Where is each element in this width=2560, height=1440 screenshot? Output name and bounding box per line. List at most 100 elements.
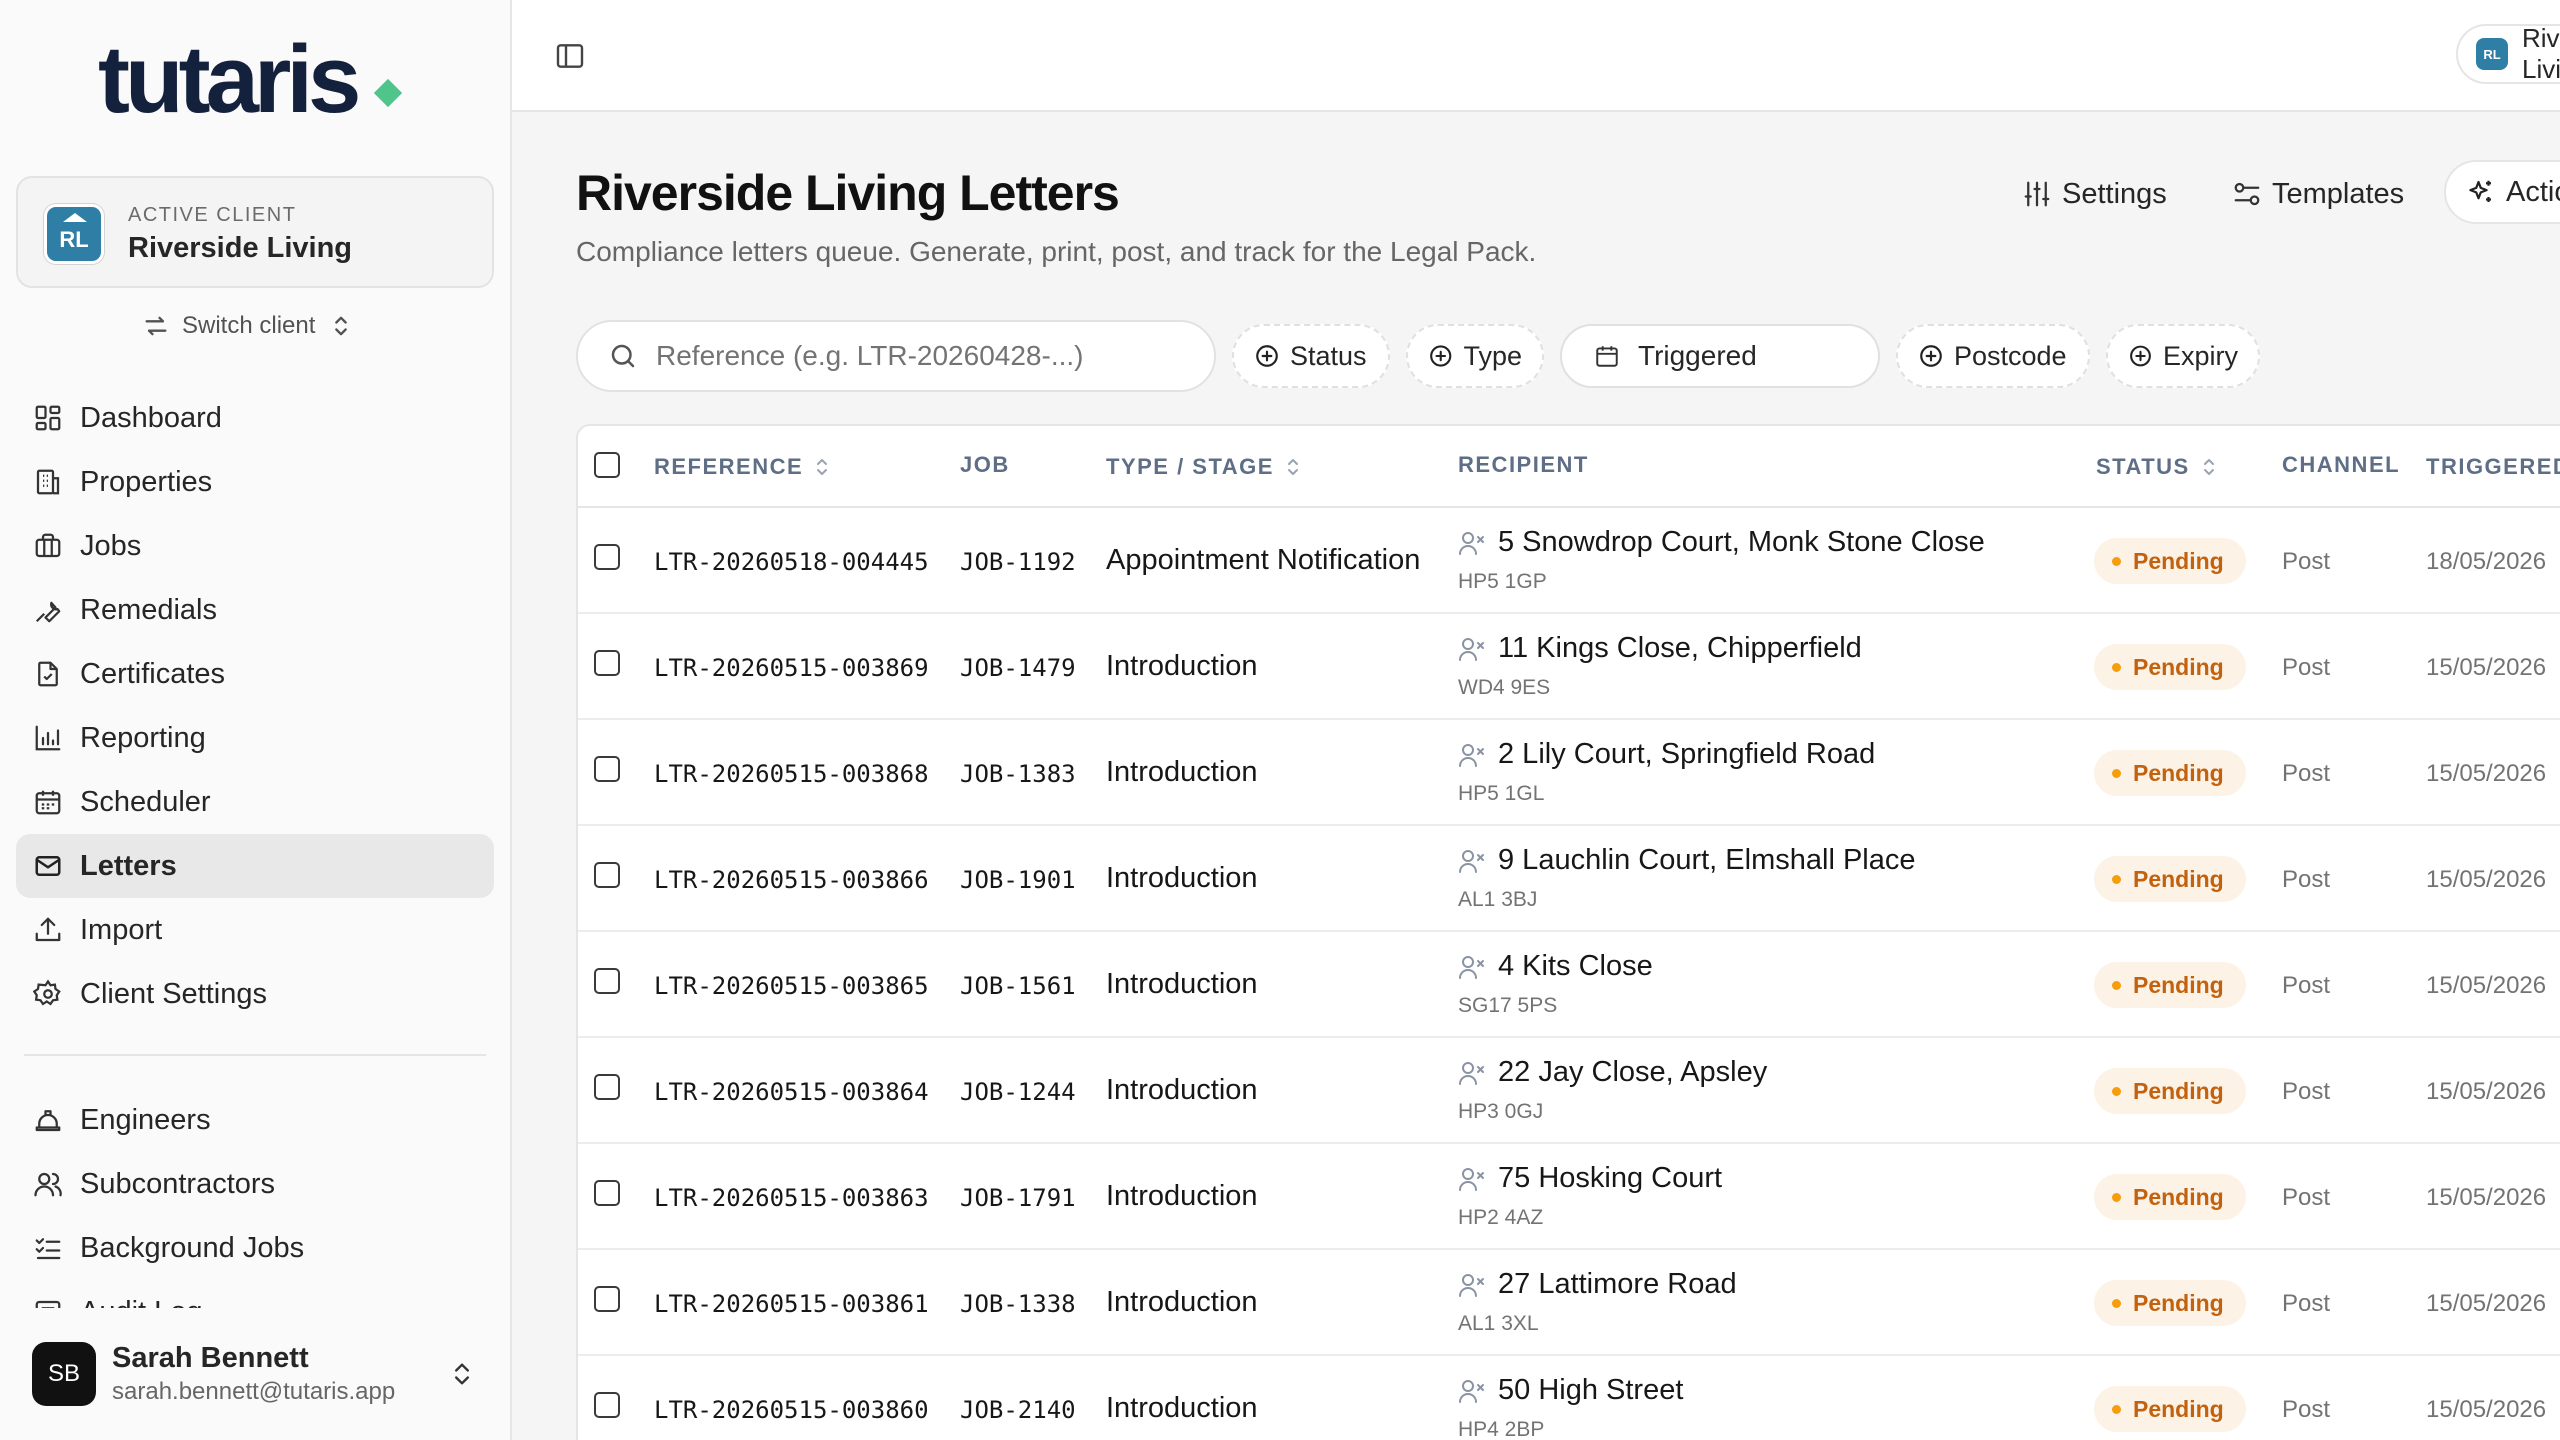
actions-button[interactable]: Actions [2444,160,2560,224]
letter-reference[interactable]: LTR-20260515-003868 [654,760,929,788]
sidebar-item-engineers[interactable]: Engineers [16,1088,494,1152]
table-row[interactable]: LTR-20260515-003865 JOB-1561 Introduction 4… [578,932,2560,1038]
sidebar-item-remedials[interactable]: Remedials [16,578,494,642]
sidebar-item-audit-log[interactable]: Audit Log [16,1280,494,1308]
plus-circle-icon [1920,345,1942,367]
letter-reference[interactable]: LTR-20260515-003863 [654,1184,929,1212]
select-all-checkbox[interactable] [594,452,620,478]
column-triggered[interactable]: TRIGGERED [2426,454,2560,480]
sidebar-item-properties[interactable]: Properties [16,450,494,514]
column-reference[interactable]: REFERENCE [654,454,829,480]
recipient-postcode: HP5 1GL [1458,782,1545,805]
table-row[interactable]: LTR-20260515-003861 JOB-1338 Introduction 2… [578,1250,2560,1356]
expiry-filter-label: Expiry [2162,340,2238,371]
table-row[interactable]: LTR-20260515-003869 JOB-1479 Introduction 1… [578,614,2560,720]
table-row[interactable]: LTR-20260515-003866 JOB-1901 Introduction 9… [578,826,2560,932]
letter-reference[interactable]: LTR-20260515-003860 [654,1396,929,1424]
sidebar-item-background-jobs[interactable]: Background Jobs [16,1216,494,1280]
chevron-up-down-icon [335,316,348,336]
column-status[interactable]: STATUS [2096,454,2216,480]
row-checkbox[interactable] [594,650,620,676]
job-reference[interactable]: JOB-1383 [960,760,1076,788]
recipient-address-text: 2 Lily Court, Springfield Road [1498,738,1876,770]
row-checkbox[interactable] [594,544,620,570]
user-menu[interactable]: SB Sarah Bennett sarah.bennett@tutaris.a… [0,1316,510,1440]
top-bar: RL Riverside Living [512,0,2560,112]
templates-label: Templates [2272,177,2405,210]
table-row[interactable]: LTR-20260515-003868 JOB-1383 Introduction 2… [578,720,2560,826]
column-label: RECIPIENT [1458,452,1589,477]
recipient-address-text: 11 Kings Close, Chipperfield [1498,632,1862,664]
letter-reference[interactable]: LTR-20260515-003864 [654,1078,929,1106]
sliders-icon [2024,181,2050,207]
table-row[interactable]: LTR-20260515-003863 JOB-1791 Introduction 7… [578,1144,2560,1250]
sidebar-item-reporting[interactable]: Reporting [16,706,494,770]
recipient-address: 75 Hosking Court [1458,1162,1722,1195]
sidebar-item-certificates[interactable]: Certificates [16,642,494,706]
triggered-date-filter[interactable]: Triggered [1560,324,1880,388]
expiry-filter-button[interactable]: Expiry [2106,324,2260,388]
status-dot-icon [2112,1298,2121,1308]
sidebar-item-scheduler[interactable]: Scheduler [16,770,494,834]
letter-type: Introduction [1106,862,1258,894]
row-checkbox[interactable] [594,862,620,888]
plus-circle-icon [1430,345,1452,367]
row-checkbox[interactable] [594,756,620,782]
row-checkbox[interactable] [594,1392,620,1418]
column-type-stage[interactable]: TYPE / STAGE [1106,454,1300,480]
type-filter-label: Type [1463,340,1522,371]
job-reference[interactable]: JOB-1479 [960,654,1076,682]
letter-reference[interactable]: LTR-20260515-003869 [654,654,929,682]
sidebar-item-subcontractors[interactable]: Subcontractors [16,1152,494,1216]
job-reference[interactable]: JOB-1901 [960,866,1076,894]
recipient-address-text: 9 Lauchlin Court, Elmshall Place [1498,844,1916,876]
search-input[interactable] [656,340,1196,372]
sidebar-item-import[interactable]: Import [16,898,494,962]
sidebar-item-letters[interactable]: Letters [16,834,494,898]
job-reference[interactable]: JOB-1338 [960,1290,1076,1318]
sidebar-toggle-icon[interactable] [554,40,586,72]
job-reference[interactable]: JOB-1561 [960,972,1076,1000]
row-checkbox[interactable] [594,1074,620,1100]
settings-button[interactable]: Settings [2022,168,2167,220]
column-label: REFERENCE [654,454,804,479]
job-reference[interactable]: JOB-1244 [960,1078,1076,1106]
row-checkbox[interactable] [594,1180,620,1206]
user-x-icon [1459,955,1484,979]
sidebar-item-client-settings[interactable]: Client Settings [16,962,494,1026]
active-client-card[interactable]: RL ACTIVE CLIENT Riverside Living [16,176,494,288]
status-text: Pending [2133,971,2224,998]
table-row[interactable]: LTR-20260515-003860 JOB-2140 Introduction 5… [578,1356,2560,1440]
status-text: Pending [2133,1395,2224,1422]
column-label: TYPE / STAGE [1106,454,1274,479]
row-checkbox[interactable] [594,968,620,994]
letter-reference[interactable]: LTR-20260515-003861 [654,1290,929,1318]
app-logo[interactable]: tutaris [98,26,403,133]
switch-client-button[interactable]: Switch client [142,312,355,340]
postcode-filter-button[interactable]: Postcode [1896,324,2090,388]
sidebar-item-dashboard[interactable]: Dashboard [16,386,494,450]
logo-text: tutaris [98,26,361,133]
type-filter-button[interactable]: Type [1406,324,1544,388]
templates-button[interactable]: Templates [2232,168,2404,220]
sidebar: tutaris RL ACTIVE CLIENT Riverside Livin… [0,0,512,1440]
sidebar-item-jobs[interactable]: Jobs [16,514,494,578]
job-reference[interactable]: JOB-1192 [960,548,1076,576]
reference-search[interactable] [576,320,1216,392]
letter-reference[interactable]: LTR-20260515-003866 [654,866,929,894]
job-reference[interactable]: JOB-1791 [960,1184,1076,1212]
status-dot-icon [2112,980,2121,990]
row-checkbox[interactable] [594,1286,620,1312]
table-row[interactable]: LTR-20260515-003864 JOB-1244 Introduction 2… [578,1038,2560,1144]
job-reference[interactable]: JOB-2140 [960,1396,1076,1424]
letter-reference[interactable]: LTR-20260515-003865 [654,972,929,1000]
user-x-icon [1459,1061,1484,1085]
table-row[interactable]: LTR-20260518-004445 JOB-1192 Appointment N… [578,508,2560,614]
templates-icon [2234,182,2260,206]
client-switcher-pill[interactable]: RL Riverside Living [2456,24,2560,84]
channel: Post [2282,1396,2331,1423]
actions-label: Actions [2506,175,2560,208]
letter-reference[interactable]: LTR-20260518-004445 [654,548,929,576]
status-filter-button[interactable]: Status [1232,324,1390,388]
status-badge: Pending [2094,644,2246,690]
